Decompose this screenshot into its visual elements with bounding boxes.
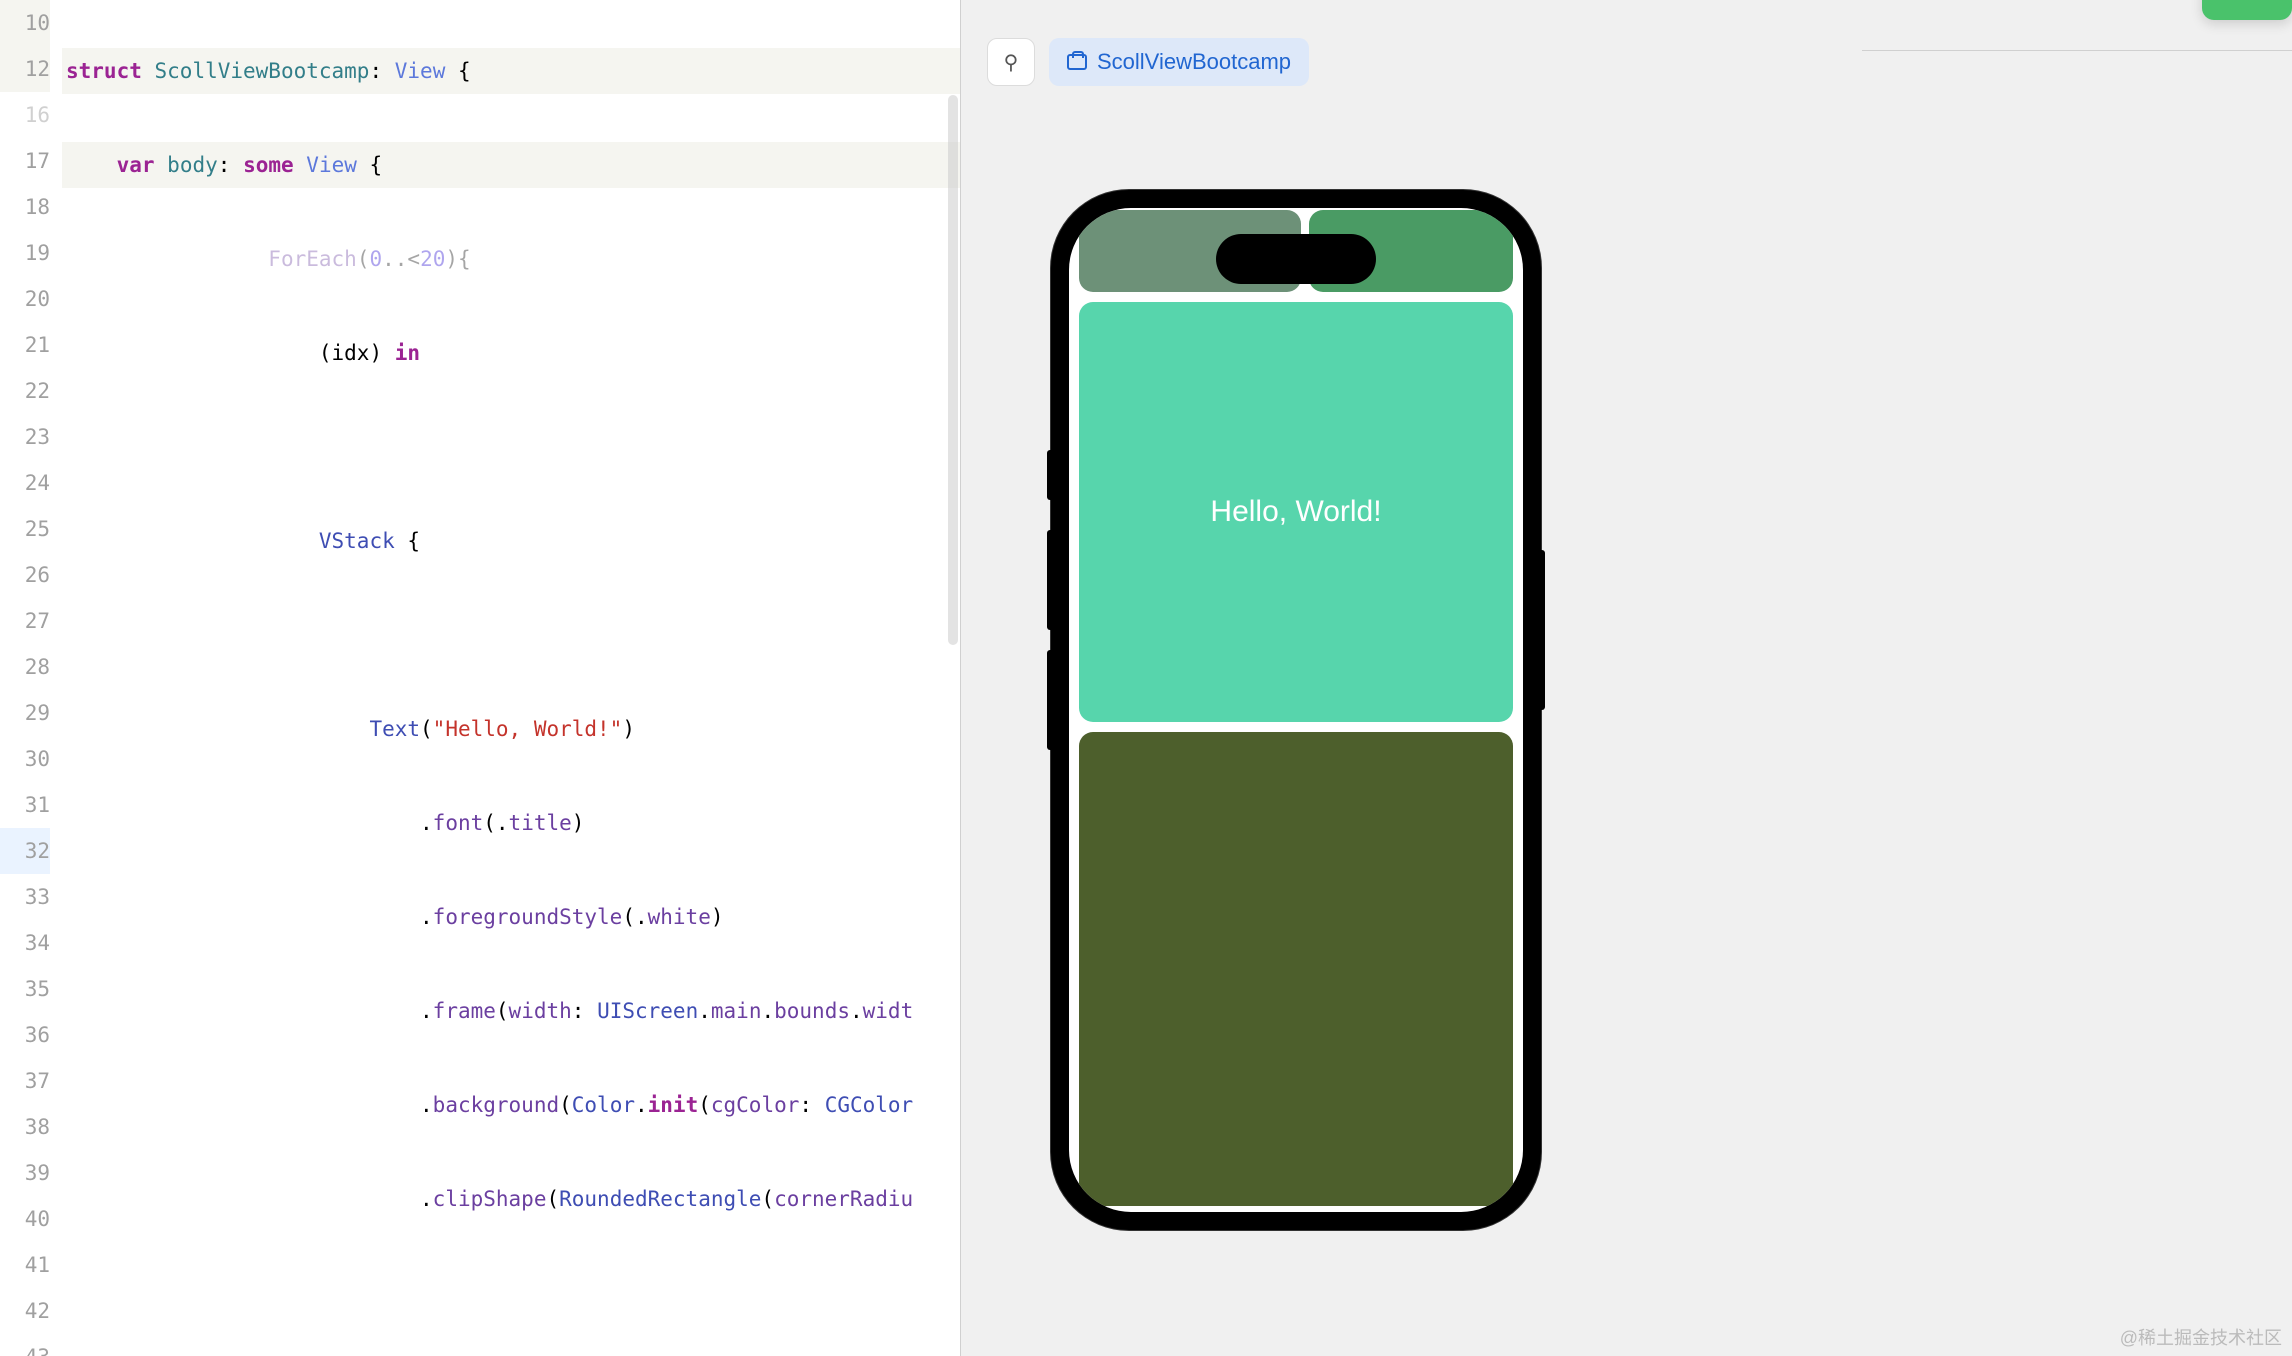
watermark: @稀土掘金技术社区 bbox=[2120, 1324, 2282, 1350]
phone-volume-up bbox=[1047, 530, 1052, 630]
pin-button[interactable]: ⚲ bbox=[987, 38, 1035, 86]
dynamic-island bbox=[1216, 234, 1376, 284]
code-editor[interactable]: 10 12 16 17 18 19 20 21 22 23 24 25 26 2… bbox=[0, 0, 960, 1356]
preview-toolbar: ⚲ ScollViewBootcamp bbox=[961, 0, 2292, 95]
code-content[interactable]: struct ScollViewBootcamp: View { var bod… bbox=[62, 0, 960, 1356]
phone-power-button bbox=[1540, 550, 1545, 710]
struct-icon bbox=[1067, 54, 1087, 70]
phone-volume-down bbox=[1047, 650, 1052, 750]
device-screen[interactable]: Hello, World! bbox=[1069, 208, 1523, 1212]
preview-canvas[interactable]: ⚲ ScollViewBootcamp Hello, World! bbox=[961, 0, 2292, 1356]
line-gutter: 10 12 16 17 18 19 20 21 22 23 24 25 26 2… bbox=[0, 0, 62, 1356]
pin-icon: ⚲ bbox=[1004, 50, 1019, 74]
dark-rectangle-card[interactable] bbox=[1079, 732, 1513, 1206]
app-content[interactable]: Hello, World! bbox=[1069, 208, 1523, 1212]
hello-world-card[interactable]: Hello, World! bbox=[1079, 302, 1513, 722]
preview-selector-chip[interactable]: ScollViewBootcamp bbox=[1049, 38, 1309, 86]
preview-chip-label: ScollViewBootcamp bbox=[1097, 49, 1291, 75]
device-frame: Hello, World! bbox=[1051, 190, 1541, 1230]
vertical-scrollbar[interactable] bbox=[948, 95, 958, 645]
phone-side-button bbox=[1047, 450, 1052, 500]
hello-world-text: Hello, World! bbox=[1210, 495, 1381, 529]
